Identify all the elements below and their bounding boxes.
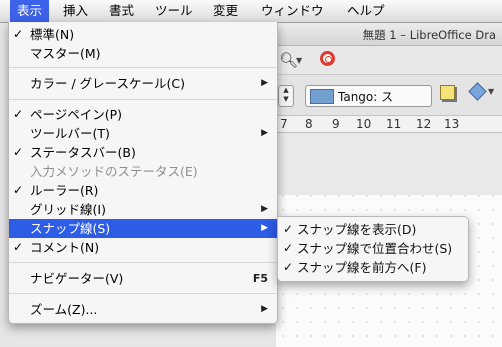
menu-insert[interactable]: 挿入 (56, 0, 95, 22)
menu-item-label: マスター(M) (30, 46, 101, 61)
submenu-arrow-icon: ▶ (261, 128, 268, 138)
menu-item-input-method-status: 入力メソッドのステータス(E) (9, 162, 277, 181)
line-style-icon[interactable] (468, 82, 487, 101)
ruler-tick: 8 (305, 117, 313, 131)
menu-item-label: カラー / グレースケール(C) (30, 76, 186, 91)
menu-separator (9, 262, 277, 263)
ruler-tick: 9 (332, 117, 340, 131)
menu-item-label: ツールバー(T) (30, 126, 110, 141)
color-swatch (310, 89, 334, 104)
menu-item-label: ページペイン(P) (30, 107, 123, 122)
menu-item-master[interactable]: マスター(M) (9, 44, 277, 63)
shortcut-label: F5 (252, 272, 268, 285)
fill-color-select[interactable]: Tango: ス (305, 85, 432, 107)
submenu-arrow-icon: ▶ (261, 204, 268, 214)
checkmark-icon: ✓ (13, 145, 24, 159)
canvas-margin (276, 133, 502, 195)
submenu-item-show-snap-lines[interactable]: ✓ スナップ線を表示(D) (278, 220, 468, 239)
view-menu: ✓ 標準(N) マスター(M) カラー / グレースケール(C) ▶ ✓ ページ… (8, 22, 278, 324)
menu-item-snap-lines[interactable]: スナップ線(S) ▶ (9, 219, 277, 238)
window-title: 無題 1 – LibreOffice Dra (362, 28, 496, 42)
menu-format[interactable]: 書式 (102, 0, 141, 22)
menu-tools[interactable]: ツール (148, 0, 200, 22)
ruler-tick: 7 (280, 117, 288, 131)
submenu-item-snap-lines-front[interactable]: ✓ スナップ線を前方へ(F) (278, 258, 468, 277)
menu-item-page-pane[interactable]: ✓ ページペイン(P) (9, 105, 277, 124)
menu-item-label: ステータスバー(B) (30, 145, 136, 160)
menu-item-toolbars[interactable]: ツールバー(T) ▶ (9, 124, 277, 143)
menu-item-label: スナップ線を表示(D) (297, 222, 417, 237)
menu-item-grid[interactable]: グリッド線(I) ▶ (9, 200, 277, 219)
checkmark-icon: ✓ (13, 183, 24, 197)
menu-item-label: 標準(N) (30, 27, 75, 42)
help-lifebuoy-icon[interactable] (320, 51, 335, 66)
menu-separator (9, 293, 277, 294)
menu-modify[interactable]: 変更 (206, 0, 245, 22)
ruler-tick: 10 (356, 117, 372, 131)
checkmark-icon: ✓ (283, 222, 294, 236)
ruler-tick: 12 (416, 117, 432, 131)
submenu-arrow-icon: ▶ (261, 304, 268, 314)
menu-item-navigator[interactable]: ナビゲーター(V) F5 (9, 269, 277, 288)
menu-help[interactable]: ヘルプ (340, 0, 392, 22)
fill-color-value: Tango: ス (338, 90, 394, 104)
menu-item-label: コメント(N) (30, 240, 100, 255)
submenu-item-snap-to-lines[interactable]: ✓ スナップ線で位置合わせ(S) (278, 239, 468, 258)
menu-item-label: スナップ線で位置合わせ(S) (297, 241, 453, 256)
submenu-arrow-icon: ▶ (261, 223, 268, 233)
spin-stepper[interactable]: ▲ ▼ (278, 85, 294, 107)
menubar: 表示 挿入 書式 ツール 変更 ウィンドウ ヘルプ (0, 0, 502, 23)
menu-item-label: 入力メソッドのステータス(E) (30, 164, 198, 179)
snap-lines-submenu: ✓ スナップ線を表示(D) ✓ スナップ線で位置合わせ(S) ✓ スナップ線を前… (277, 216, 469, 282)
checkmark-icon: ✓ (13, 27, 24, 41)
menu-item-label: ナビゲーター(V) (30, 271, 124, 286)
menu-item-zoom[interactable]: ズーム(Z)... ▶ (9, 300, 277, 319)
menu-item-label: ズーム(Z)... (30, 302, 98, 317)
ruler-tick: 11 (386, 117, 402, 131)
menu-item-label: スナップ線(S) (30, 221, 111, 236)
menu-item-normal[interactable]: ✓ 標準(N) (9, 25, 277, 44)
shadow-icon[interactable] (440, 85, 455, 100)
menu-item-rulers[interactable]: ✓ ルーラー(R) (9, 181, 277, 200)
menu-item-status-bar[interactable]: ✓ ステータスバー(B) (9, 143, 277, 162)
menu-separator (9, 99, 277, 100)
checkmark-icon: ✓ (283, 260, 294, 274)
menu-item-label: スナップ線を前方へ(F) (297, 260, 427, 275)
horizontal-ruler[interactable]: 7 8 9 10 11 12 13 (276, 116, 502, 133)
menu-window[interactable]: ウィンドウ (254, 0, 331, 22)
menu-item-label: ルーラー(R) (30, 183, 99, 198)
menu-view[interactable]: 表示 (10, 0, 50, 22)
menu-item-label: グリッド線(I) (30, 202, 106, 217)
menu-separator (9, 67, 277, 68)
menu-item-comments[interactable]: ✓ コメント(N) (9, 238, 277, 257)
chevron-down-icon[interactable]: ▼ (296, 56, 302, 65)
standard-toolbar: 🔍︎ ▼ (276, 46, 502, 75)
checkmark-icon: ✓ (283, 241, 294, 255)
ruler-tick: 13 (444, 117, 460, 131)
line-fill-toolbar: ▲ ▼ Tango: ス ▼ (276, 75, 502, 116)
window-titlebar: 無題 1 – LibreOffice Dra (276, 23, 502, 46)
submenu-arrow-icon: ▶ (261, 78, 268, 88)
checkmark-icon: ✓ (13, 240, 24, 254)
checkmark-icon: ✓ (13, 107, 24, 121)
menu-item-color-grayscale[interactable]: カラー / グレースケール(C) ▶ (9, 74, 277, 93)
chevron-down-icon[interactable]: ▼ (488, 87, 494, 96)
